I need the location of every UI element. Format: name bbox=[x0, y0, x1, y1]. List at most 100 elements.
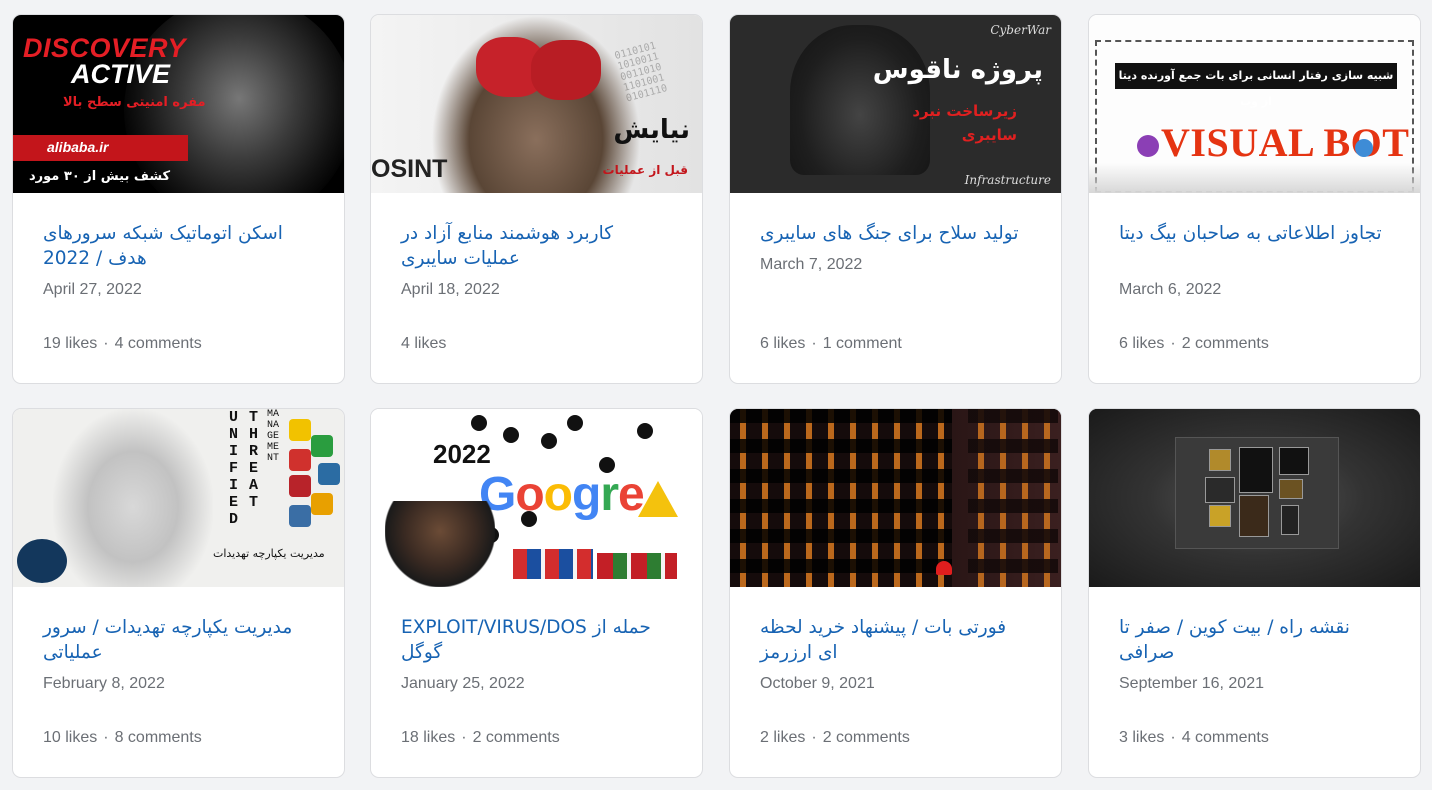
person-image bbox=[385, 501, 495, 587]
comments-count: 4 comments bbox=[1181, 729, 1269, 746]
post-date: March 6, 2022 bbox=[1119, 281, 1222, 298]
likes-count: 4 likes bbox=[401, 335, 447, 352]
post-thumbnail[interactable] bbox=[1089, 409, 1420, 587]
shield-icon bbox=[289, 475, 311, 497]
coin-frame bbox=[1205, 477, 1235, 503]
post-stats: 18 likes · 2 comments bbox=[401, 729, 560, 747]
post-stats: 4 likes bbox=[401, 335, 446, 353]
post-title[interactable]: حمله از EXPLOIT/VIRUS/DOS گوگل bbox=[401, 615, 672, 665]
separator: · bbox=[461, 729, 467, 746]
post-date: March 7, 2022 bbox=[760, 256, 863, 273]
separator: · bbox=[811, 729, 817, 746]
likes-count: 18 likes bbox=[401, 729, 456, 746]
thumb-year: 2022 bbox=[433, 439, 491, 469]
likes-count: 3 likes bbox=[1119, 729, 1165, 746]
post-stats: 6 likes · 1 comment bbox=[760, 335, 902, 353]
thumb-heading: ACTIVE bbox=[71, 59, 171, 89]
csharp-icon bbox=[1137, 135, 1159, 157]
post-stats: 6 likes · 2 comments bbox=[1119, 335, 1269, 353]
google-logo: Googre bbox=[479, 468, 645, 521]
post-date: February 8, 2022 bbox=[43, 675, 165, 692]
post-title[interactable]: تولید سلاح برای جنگ های سایبری bbox=[760, 221, 1031, 246]
frame bbox=[1279, 447, 1309, 475]
thumb-heading: OSINT bbox=[371, 155, 448, 183]
separator: · bbox=[1170, 335, 1176, 352]
server-racks bbox=[730, 409, 952, 587]
bottom-fade bbox=[1089, 163, 1420, 193]
server-door bbox=[952, 409, 1061, 587]
post-date: April 27, 2022 bbox=[43, 281, 142, 298]
comments-count: 2 comments bbox=[822, 729, 910, 746]
post-card[interactable]: DISCOVERY ACTIVE مفره امنیتی سطح بالا al… bbox=[12, 14, 345, 384]
separator: · bbox=[103, 729, 109, 746]
thumb-vertical-text: UNIFIED bbox=[229, 409, 239, 528]
post-title[interactable]: مدیریت یکپارچه تهدیدات / سرور عملیاتی bbox=[43, 615, 314, 665]
post-thumbnail[interactable]: شبیه سازی رفتار انسانی برای بات جمع آورن… bbox=[1089, 15, 1420, 193]
post-card[interactable]: نقشه راه / بیت کوین / صفر تا صرافی Septe… bbox=[1088, 408, 1421, 778]
comments-count: 2 comments bbox=[1181, 335, 1269, 352]
alarm-icon bbox=[936, 561, 952, 575]
bitcoin-frame bbox=[1209, 505, 1231, 527]
portrait-frame bbox=[1239, 447, 1273, 493]
bomb-icon bbox=[503, 427, 519, 443]
post-card[interactable]: UNIFIED THREAT MANAGEMENT مدیریت یکپارچه… bbox=[12, 408, 345, 778]
thumb-title: پروژه ناقوس bbox=[872, 55, 1043, 85]
comments-count: 4 comments bbox=[114, 335, 202, 352]
endpoint-logo-icon bbox=[17, 539, 67, 583]
bee-icon bbox=[289, 419, 311, 441]
post-card[interactable]: 01101011010011001101011010010101110 OSIN… bbox=[370, 14, 703, 384]
post-title[interactable]: نقشه راه / بیت کوین / صفر تا صرافی bbox=[1119, 615, 1390, 665]
post-title[interactable]: اسکن اتوماتیک شبکه سرورهای هدف / 2022 bbox=[43, 221, 314, 271]
bomb-icon bbox=[471, 415, 487, 431]
warning-icon bbox=[638, 481, 678, 517]
post-thumbnail[interactable] bbox=[730, 409, 1061, 587]
thumb-caption: کشف بیش از ۳۰ مورد bbox=[29, 169, 171, 184]
thumb-title: VISUAL BOT bbox=[1161, 120, 1410, 165]
likes-count: 2 likes bbox=[760, 729, 806, 746]
post-date: April 18, 2022 bbox=[401, 281, 500, 298]
thumb-label: CyberWar bbox=[990, 23, 1051, 37]
post-card[interactable]: شبیه سازی رفتار انسانی برای بات جمع آورن… bbox=[1088, 14, 1421, 384]
post-card[interactable]: 2022 Googre حمله از EXPLOIT/VIRUS/DOS گو… bbox=[370, 408, 703, 778]
post-date: January 25, 2022 bbox=[401, 675, 525, 692]
post-grid: DISCOVERY ACTIVE مفره امنیتی سطح بالا al… bbox=[0, 0, 1432, 790]
thumb-subtitle: شبیه سازی رفتار انسانی برای بات جمع آورن… bbox=[1115, 63, 1397, 108]
comments-count: 1 comment bbox=[822, 335, 902, 352]
post-title[interactable]: تجاوز اطلاعاتی به صاحبان بیگ دیتا bbox=[1119, 221, 1390, 246]
separator: · bbox=[811, 335, 817, 352]
chrome-icon bbox=[1355, 139, 1373, 157]
post-stats: 3 likes · 4 comments bbox=[1119, 729, 1269, 747]
bell-image bbox=[790, 25, 930, 175]
post-date: September 16, 2021 bbox=[1119, 675, 1264, 692]
bomb-icon bbox=[637, 423, 653, 439]
nginx-icon bbox=[311, 435, 333, 457]
frame bbox=[1239, 495, 1269, 537]
python-icon bbox=[289, 505, 311, 527]
post-title[interactable]: کاربرد هوشمند منابع آزاد در عملیات سایبر… bbox=[401, 221, 672, 271]
post-stats: 10 likes · 8 comments bbox=[43, 729, 202, 747]
post-thumbnail[interactable]: CyberWar پروژه ناقوس زیرساخت نبرد سایبری… bbox=[730, 15, 1061, 193]
separator: · bbox=[1170, 729, 1176, 746]
thumb-title: نیایش bbox=[613, 115, 690, 145]
thumb-label: Infrastructure bbox=[964, 173, 1051, 187]
thumb-subtitle: قبل از عملیات bbox=[602, 163, 688, 177]
post-thumbnail[interactable]: 01101011010011001101011010010101110 OSIN… bbox=[371, 15, 702, 193]
bomb-icon bbox=[567, 415, 583, 431]
post-title[interactable]: فورتی بات / پیشنهاد خرید لحظه ای ارزرمز bbox=[760, 615, 1031, 665]
comments-count: 8 comments bbox=[114, 729, 202, 746]
post-thumbnail[interactable]: 2022 Googre bbox=[371, 409, 702, 587]
thumb-vertical-text: THREAT bbox=[249, 409, 259, 511]
logos-strip bbox=[513, 549, 593, 579]
key-icon bbox=[311, 493, 333, 515]
wireshark-icon bbox=[318, 463, 340, 485]
post-card[interactable]: فورتی بات / پیشنهاد خرید لحظه ای ارزرمز … bbox=[729, 408, 1062, 778]
likes-count: 10 likes bbox=[43, 729, 98, 746]
post-thumbnail[interactable]: DISCOVERY ACTIVE مفره امنیتی سطح بالا al… bbox=[13, 15, 344, 193]
post-thumbnail[interactable]: UNIFIED THREAT MANAGEMENT مدیریت یکپارچه… bbox=[13, 409, 344, 587]
separator: · bbox=[103, 335, 109, 352]
frame bbox=[1281, 505, 1299, 535]
post-stats: 19 likes · 4 comments bbox=[43, 335, 202, 353]
post-card[interactable]: CyberWar پروژه ناقوس زیرساخت نبرد سایبری… bbox=[729, 14, 1062, 384]
likes-count: 6 likes bbox=[1119, 335, 1165, 352]
likes-count: 6 likes bbox=[760, 335, 806, 352]
